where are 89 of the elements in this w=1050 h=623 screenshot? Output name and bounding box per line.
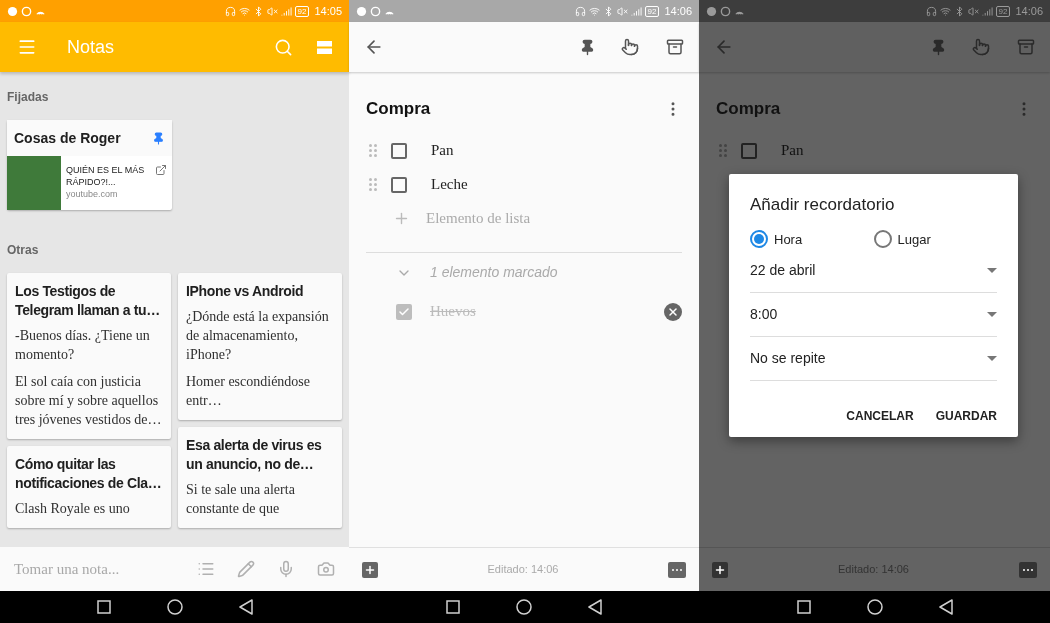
mute-icon: [266, 5, 278, 17]
dropdown-arrow-icon: [987, 356, 997, 361]
radio-option[interactable]: Lugar: [873, 229, 997, 249]
dropdown-field[interactable]: 22 de abril: [750, 249, 997, 293]
clock: 14:05: [314, 3, 342, 19]
more-button[interactable]: [1019, 561, 1037, 578]
note-text: El sol caía con justicia sobre mí y sobre aquellos tres jóvenes vestidos de…: [15, 373, 163, 429]
signal-icon: [981, 5, 993, 17]
dialog-title: Añadir recordatorio: [750, 194, 896, 216]
drag-handle-icon[interactable]: [369, 144, 377, 157]
home-icon[interactable]: [516, 599, 532, 615]
pinned-note-card[interactable]: Cosas de Roger QUIÉN ES EL MÁS RÁPIDO?!... youtube.com: [7, 120, 172, 210]
wifi-icon: [238, 5, 250, 17]
list-item-text[interactable]: Leche: [431, 173, 468, 196]
wifi-icon: [588, 5, 600, 17]
close-icon: [667, 305, 679, 318]
note-card[interactable]: Esa alerta de virus es un anuncio, no de… Si te sale una alerta constante de que: [178, 427, 342, 528]
battery-level: 92: [294, 5, 310, 17]
battery-level: 92: [995, 5, 1011, 17]
recent-apps-icon[interactable]: [796, 600, 811, 614]
checkbox[interactable]: [391, 142, 407, 159]
section-heading: Fijadas: [7, 89, 50, 106]
thumbnail-placeholder: [7, 156, 61, 210]
home-icon[interactable]: [866, 599, 883, 615]
add-button[interactable]: [712, 561, 728, 578]
dropdown-field[interactable]: 8:00: [750, 293, 997, 337]
list-item-text[interactable]: Pan: [431, 139, 454, 162]
note-title: Cómo quitar las notificaciones de Cla…: [15, 455, 163, 493]
note-title: Cosas de Roger: [14, 128, 121, 148]
note-title: Compra: [366, 98, 431, 120]
mute-icon: [967, 5, 979, 17]
archive-icon[interactable]: [666, 38, 684, 56]
note-title: IPhone vs Android: [186, 282, 305, 301]
back-icon[interactable]: [588, 599, 602, 615]
reminder-icon[interactable]: [621, 38, 639, 56]
note-text: -Buenos días. ¿Tiene un momento?: [15, 327, 151, 364]
checkbox[interactable]: [741, 142, 757, 159]
add-button[interactable]: [362, 561, 378, 578]
more-button[interactable]: [668, 561, 686, 578]
note-card[interactable]: IPhone vs Android ¿Dónde está la expansión de almacenamiento, iPhone? Homer escondiéndose entr…: [178, 273, 342, 420]
drag-handle-icon[interactable]: [719, 144, 727, 157]
clock: 14:06: [664, 3, 692, 19]
pin-icon[interactable]: [579, 38, 596, 56]
signal-icon: [630, 5, 642, 17]
edited-time: Editado: 14:06: [487, 562, 559, 578]
dropdown-arrow-icon: [987, 268, 997, 273]
note-title: Compra: [716, 98, 781, 120]
new-item-input[interactable]: Elemento de lista: [426, 207, 682, 230]
checkbox[interactable]: [391, 176, 407, 193]
note-card[interactable]: Cómo quitar las notificaciones de Cla… Clash Royale es uno: [7, 446, 171, 528]
note-card[interactable]: Los Testigos de Telegram llaman a tu… -Buenos días. ¿Tiene un momento? El sol caía con justicia sobre mí y sobre aquellos tres jóvenes vestidos de…: [7, 273, 171, 439]
headphones-icon: [574, 5, 586, 17]
battery-level: 92: [644, 5, 660, 17]
wifi-icon: [939, 5, 951, 17]
check-icon: [398, 305, 410, 318]
plus-icon: [364, 563, 376, 576]
link-domain: youtube.com: [66, 188, 119, 201]
note-text: ¿Dónde está la expansión de almacenamiento, iPhone?: [186, 308, 330, 364]
remove-icon[interactable]: [664, 302, 682, 321]
note-text: Si te sale una alerta constante de que: [186, 481, 296, 518]
checkbox[interactable]: [396, 303, 412, 320]
dropdown-field[interactable]: No se repite: [750, 337, 997, 381]
back-icon[interactable]: [238, 599, 253, 615]
link-title: QUIÉN ES EL MÁS RÁPIDO?!...: [66, 164, 146, 188]
plus-icon: [714, 563, 726, 576]
note-title: Los Testigos de Telegram llaman a tu…: [15, 282, 161, 320]
dialog-button[interactable]: GUARDAR: [935, 407, 997, 425]
dots-icon: [1023, 568, 1033, 571]
radio-option[interactable]: Hora: [750, 229, 874, 249]
section-heading: Otras: [7, 242, 40, 259]
back-icon[interactable]: [938, 599, 953, 615]
headphones-icon: [925, 5, 937, 17]
dialog-button[interactable]: CANCELAR: [846, 407, 914, 425]
clock: 14:06: [1015, 3, 1043, 19]
open-link-icon[interactable]: [155, 164, 167, 176]
dropdown-arrow-icon: [987, 312, 997, 317]
home-icon[interactable]: [166, 599, 183, 615]
note-text: Homer escondiéndose entr…: [186, 373, 312, 410]
note-title: Esa alerta de virus es un anuncio, no de…: [186, 436, 323, 474]
recent-apps-icon[interactable]: [96, 600, 111, 614]
drag-handle-icon[interactable]: [369, 178, 377, 191]
signal-icon: [280, 5, 292, 17]
recent-apps-icon[interactable]: [446, 600, 460, 614]
note-text: Clash Royale es uno: [15, 500, 131, 518]
dots-icon: [672, 568, 682, 571]
mute-icon: [616, 5, 628, 17]
app-title: Notas: [67, 35, 116, 59]
note-input[interactable]: Tomar una nota...: [0, 547, 197, 591]
headphones-icon: [224, 5, 236, 17]
